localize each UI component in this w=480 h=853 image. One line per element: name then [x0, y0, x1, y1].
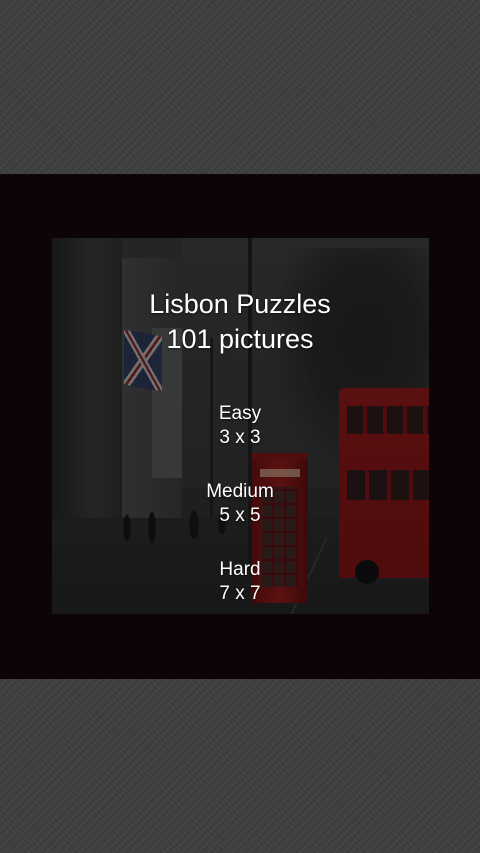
difficulty-hard-size: 7 x 7 [219, 583, 261, 604]
difficulty-hard-label: Hard [219, 559, 261, 580]
app-title: Lisbon Puzzles [149, 289, 331, 319]
difficulty-medium-label: Medium [206, 481, 274, 502]
menu-content: Lisbon Puzzles 101 pictures Easy 3 x 3 M… [0, 0, 480, 853]
difficulty-hard-button[interactable]: Hard 7 x 7 [190, 558, 290, 610]
difficulty-medium-button[interactable]: Medium 5 x 5 [190, 480, 290, 532]
difficulty-medium-size: 5 x 5 [219, 505, 261, 526]
picture-count: 101 pictures [166, 324, 314, 354]
difficulty-easy-size: 3 x 3 [219, 427, 261, 448]
difficulty-easy-button[interactable]: Easy 3 x 3 [190, 402, 290, 454]
difficulty-easy-label: Easy [218, 403, 262, 424]
